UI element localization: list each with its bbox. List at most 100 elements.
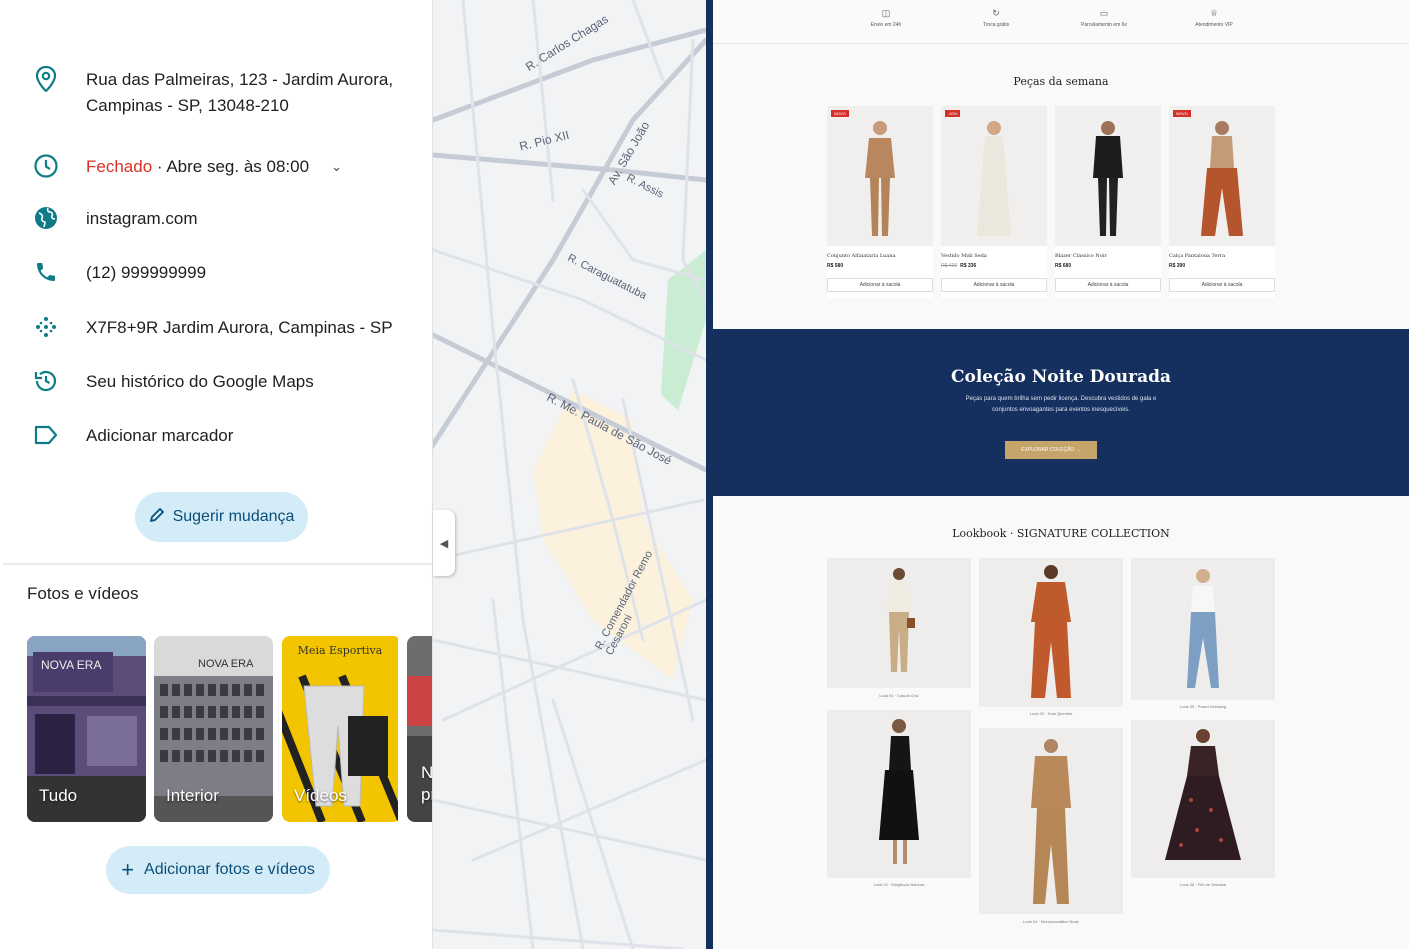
- photo-tile-label: Interior: [166, 786, 219, 805]
- add-label[interactable]: Adicionar marcador: [86, 423, 233, 449]
- product-card[interactable]: Blazer Clássico Noir R$ 680 Adicionar à …: [1055, 106, 1161, 298]
- suggest-edit-button[interactable]: Sugerir mudança: [135, 492, 308, 542]
- section-divider: [3, 563, 432, 565]
- location-pin-icon: [33, 66, 59, 92]
- feature-installments: ▭ Parcelamento em 6x: [1059, 8, 1149, 28]
- product-sign-text: Meia Esportiva: [297, 644, 383, 657]
- look-caption: Look 06 · Fim de Semana: [1179, 882, 1227, 887]
- lookbook-title: Lookbook · SIGNATURE COLLECTION: [952, 527, 1170, 540]
- product-name[interactable]: Blazer Clássico Noir: [1055, 253, 1107, 259]
- address[interactable]: Rua das Palmeiras, 123 - Jardim Aurora, …: [86, 67, 393, 119]
- product-card[interactable]: -20% Vestido Midi Seda R$ 420 R$ 336 Adic…: [941, 106, 1047, 298]
- store-sign-text: NOVA ERA: [198, 658, 254, 670]
- photos-section-title: Fotos e vídeos: [27, 584, 139, 603]
- window-divider: [706, 0, 713, 949]
- lookbook-photo[interactable]: [1131, 720, 1275, 878]
- card-icon: ▭: [1099, 8, 1109, 18]
- product-image: -20%: [941, 106, 1047, 246]
- photo-tile-videos[interactable]: Meia Esportiva Vídeos: [282, 636, 401, 822]
- add-to-bag-button[interactable]: Adicionar à sacola: [1055, 278, 1161, 292]
- banner-text: Peças para quem brilha sem pedir licença…: [965, 396, 1157, 413]
- banner-title: Coleção Noite Dourada: [950, 367, 1171, 387]
- plus-code[interactable]: X7F8+9R Jardim Aurora, Campinas - SP: [86, 315, 393, 341]
- hours-status: Fechado: [86, 157, 153, 176]
- feature-label: Parcelamento em 6x: [1081, 22, 1127, 28]
- photo-tile-label: Tudo: [39, 786, 78, 805]
- look-caption: Look 01 · Casual Chic: [879, 693, 919, 698]
- product-price: R$ 580: [827, 263, 843, 269]
- lookbook-photo[interactable]: [979, 728, 1123, 914]
- plus-code-icon: [33, 314, 59, 340]
- product-name[interactable]: Vestido Midi Seda: [941, 253, 987, 259]
- look-caption: Look 03 · Tons Quentes: [1029, 711, 1073, 716]
- price-current: R$ 680: [1055, 263, 1072, 269]
- photo-tile-all[interactable]: NOVA ERA Tudo: [27, 636, 146, 822]
- crown-icon: ♕: [1209, 8, 1219, 18]
- photo-tile-partial[interactable]: N pr: [407, 636, 433, 822]
- product-image: NOVO: [1169, 106, 1275, 246]
- feature-label: Troca grátis: [982, 22, 1010, 28]
- history-icon: [33, 368, 59, 394]
- feature-vip: ♕ Atendimento VIP: [1169, 8, 1259, 28]
- store-website: ◫ Envio em 24h ↻ Troca grátis ▭ Parcelament…: [713, 0, 1409, 949]
- chevron-left-icon: ◀: [439, 537, 449, 550]
- add-to-bag-button[interactable]: Adicionar à sacola: [1169, 278, 1275, 292]
- address-line-2: Campinas - SP, 13048-210: [86, 96, 289, 115]
- product-price: R$ 680: [1055, 263, 1071, 269]
- hours-detail: · Abre seg. às 08:00: [152, 157, 310, 176]
- price-current: R$ 336: [960, 263, 977, 269]
- add-photos-button[interactable]: + Adicionar fotos e vídeos: [106, 846, 330, 894]
- place-details-panel: Rua das Palmeiras, 123 - Jardim Aurora, …: [3, 0, 433, 949]
- map-view[interactable]: R. Carlos Chagas R. Pio XII Av. São João…: [433, 0, 706, 949]
- look-caption: Look 05 · Power Dressing: [1179, 704, 1227, 709]
- photo-tile-label: Vídeos: [294, 786, 347, 805]
- address-line-1: Rua das Palmeiras, 123 - Jardim Aurora,: [86, 70, 394, 89]
- product-price: R$ 420 R$ 336: [941, 263, 976, 269]
- feature-exchange: ↻ Troca grátis: [951, 8, 1041, 28]
- week-section-title: Peças da semana: [1013, 75, 1109, 88]
- feature-label: Envio em 24h: [870, 22, 902, 28]
- lookbook-photo[interactable]: [979, 558, 1123, 707]
- maps-history[interactable]: Seu histórico do Google Maps: [86, 369, 314, 395]
- collapse-panel-button[interactable]: ◀: [433, 510, 455, 576]
- opening-hours[interactable]: Fechado · Abre seg. às 08:00 ⌄: [86, 154, 342, 181]
- product-card[interactable]: NOVO Calça Pantalona Terra R$ 390 Adicio…: [1169, 106, 1275, 298]
- plus-icon: +: [121, 857, 135, 882]
- product-badge: NOVO: [1173, 110, 1191, 117]
- product-name[interactable]: Calça Pantalona Terra: [1169, 253, 1225, 259]
- feature-shipping: ◫ Envio em 24h: [841, 8, 931, 28]
- lookbook-photo[interactable]: [1131, 558, 1275, 700]
- photo-tile-interior[interactable]: NOVA ERA Interior: [154, 636, 273, 822]
- product-badge: -20%: [945, 110, 961, 117]
- price-old: R$ 420: [941, 263, 958, 269]
- pencil-icon: [149, 507, 165, 528]
- globe-icon: [33, 205, 59, 231]
- add-to-bag-button[interactable]: Adicionar à sacola: [941, 278, 1047, 292]
- lookbook-photo[interactable]: [827, 558, 971, 688]
- price-current: R$ 390: [1169, 263, 1186, 269]
- label-icon: [33, 422, 59, 448]
- chevron-down-icon[interactable]: ⌄: [331, 154, 342, 180]
- phone-icon: [33, 259, 59, 285]
- product-card[interactable]: NOVO Conjunto Alfaiataria Luana R$ 580 A…: [827, 106, 933, 298]
- product-image: [1055, 106, 1161, 246]
- lookbook-photo[interactable]: [827, 710, 971, 878]
- website-link[interactable]: instagram.com: [86, 206, 197, 232]
- product-name[interactable]: Conjunto Alfaiataria Luana: [827, 253, 896, 259]
- store-sign-text: NOVA ERA: [41, 658, 102, 672]
- product-price: R$ 390: [1169, 263, 1185, 269]
- photo-tile-label: N pr: [421, 763, 433, 804]
- price-current: R$ 580: [827, 263, 844, 269]
- add-to-bag-button[interactable]: Adicionar à sacola: [827, 278, 933, 292]
- explore-collection-button[interactable]: EXPLORAR COLEÇÃO →: [1005, 441, 1097, 459]
- product-badge: NOVO: [831, 110, 849, 117]
- features-bar: ◫ Envio em 24h ↻ Troca grátis ▭ Parcelament…: [713, 0, 1409, 44]
- suggest-edit-label: Sugerir mudança: [172, 508, 295, 525]
- product-image: NOVO: [827, 106, 933, 246]
- refresh-icon: ↻: [992, 8, 1000, 18]
- look-caption: Look 02 · Elegância Noturna: [873, 882, 925, 887]
- look-caption: Look 04 · Monocromático Nude: [1023, 919, 1079, 924]
- add-photos-label: Adicionar fotos e vídeos: [144, 861, 315, 878]
- phone-number[interactable]: (12) 999999999: [86, 260, 206, 286]
- truck-icon: ◫: [881, 8, 891, 18]
